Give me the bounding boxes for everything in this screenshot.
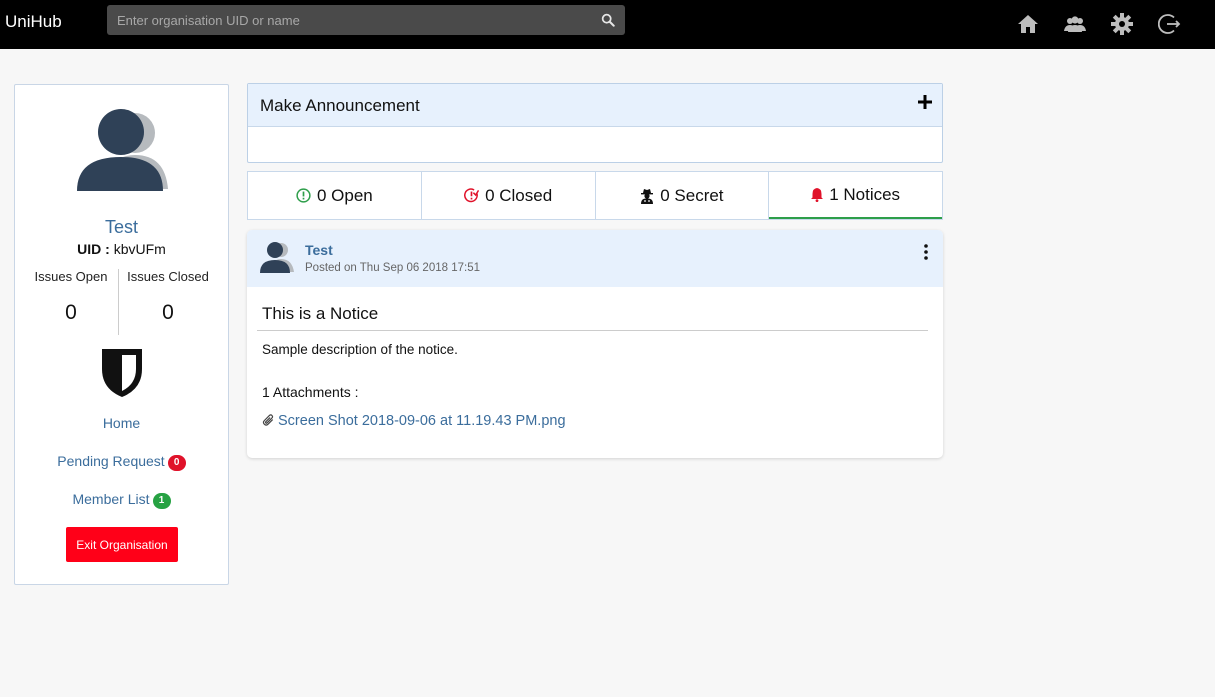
top-navbar: UniHub bbox=[0, 0, 1215, 49]
notice-header: Test Posted on Thu Sep 06 2018 17:51 bbox=[247, 230, 943, 287]
logout-icon[interactable] bbox=[1158, 12, 1182, 36]
issues-closed-label: Issues Closed bbox=[127, 269, 209, 284]
attachment-link[interactable]: Screen Shot 2018-09-06 at 11.19.43 PM.pn… bbox=[262, 413, 566, 429]
tab-notices-label: 1 Notices bbox=[829, 184, 901, 204]
home-icon[interactable] bbox=[1016, 12, 1040, 36]
tab-closed-label: 0 Closed bbox=[485, 185, 553, 205]
issues-closed-stat: Issues Closed 0 bbox=[118, 269, 218, 325]
pending-request-badge: 0 bbox=[167, 455, 186, 471]
paperclip-icon bbox=[262, 414, 274, 426]
shield-icon bbox=[102, 349, 142, 397]
issues-open-label: Issues Open bbox=[34, 269, 108, 284]
brand-logo[interactable]: UniHub bbox=[5, 12, 62, 32]
tab-open[interactable]: 0 Open bbox=[248, 172, 422, 219]
notice-author[interactable]: Test bbox=[305, 242, 333, 258]
issues-open-count: 0 bbox=[65, 301, 77, 324]
clock-closed-icon bbox=[464, 188, 480, 203]
notice-timestamp: Posted on Thu Sep 06 2018 17:51 bbox=[305, 262, 480, 274]
more-options-icon[interactable] bbox=[921, 243, 931, 261]
pending-request-label: Pending Request bbox=[57, 453, 165, 469]
member-list-label: Member List bbox=[72, 491, 150, 507]
attachment-filename: Screen Shot 2018-09-06 at 11.19.43 PM.pn… bbox=[278, 413, 566, 429]
announcement-panel: Make Announcement bbox=[247, 83, 943, 163]
announcement-header[interactable]: Make Announcement bbox=[248, 84, 942, 127]
tab-secret-label: 0 Secret bbox=[660, 185, 724, 205]
notice-card: Test Posted on Thu Sep 06 2018 17:51 Thi… bbox=[247, 230, 943, 458]
pending-request-link[interactable]: Pending Request 0 bbox=[15, 453, 228, 471]
member-list-link[interactable]: Member List 1 bbox=[15, 491, 228, 509]
notice-divider bbox=[257, 330, 928, 331]
user-secret-icon bbox=[641, 188, 654, 204]
profile-card: Test UID : kbvUFm Issues Open 0 Issues C… bbox=[14, 84, 229, 585]
search-bar bbox=[107, 5, 625, 35]
search-icon[interactable] bbox=[601, 13, 615, 27]
uid-label: UID : bbox=[77, 241, 110, 257]
user-avatar-icon bbox=[77, 109, 168, 191]
exit-organisation-button[interactable]: Exit Organisation bbox=[66, 527, 178, 562]
attachments-label: 1 Attachments : bbox=[262, 384, 359, 400]
member-list-badge: 1 bbox=[152, 493, 171, 509]
search-input[interactable] bbox=[107, 5, 587, 35]
issue-tabs: 0 Open 0 Closed 0 Secret 1 Notices bbox=[247, 171, 943, 220]
tab-open-label: 0 Open bbox=[316, 185, 373, 205]
exclamation-circle-icon bbox=[296, 188, 311, 203]
plus-icon[interactable] bbox=[918, 95, 932, 109]
org-name: Test bbox=[104, 217, 138, 237]
issues-open-stat: Issues Open 0 bbox=[21, 269, 121, 325]
org-uid: UID : kbvUFm bbox=[15, 241, 228, 257]
uid-value: kbvUFm bbox=[113, 241, 166, 257]
tab-closed[interactable]: 0 Closed bbox=[422, 172, 596, 219]
home-link[interactable]: Home bbox=[15, 415, 228, 431]
members-icon[interactable] bbox=[1063, 12, 1087, 36]
tab-secret[interactable]: 0 Secret bbox=[596, 172, 770, 219]
notice-description: Sample description of the notice. bbox=[262, 342, 458, 357]
announcement-title: Make Announcement bbox=[260, 96, 420, 115]
tab-notices[interactable]: 1 Notices bbox=[769, 172, 942, 219]
author-avatar-icon bbox=[260, 242, 294, 273]
notice-title: This is a Notice bbox=[262, 304, 379, 323]
issues-closed-count: 0 bbox=[162, 301, 174, 324]
bell-icon bbox=[811, 188, 824, 202]
gear-icon[interactable] bbox=[1110, 12, 1134, 36]
